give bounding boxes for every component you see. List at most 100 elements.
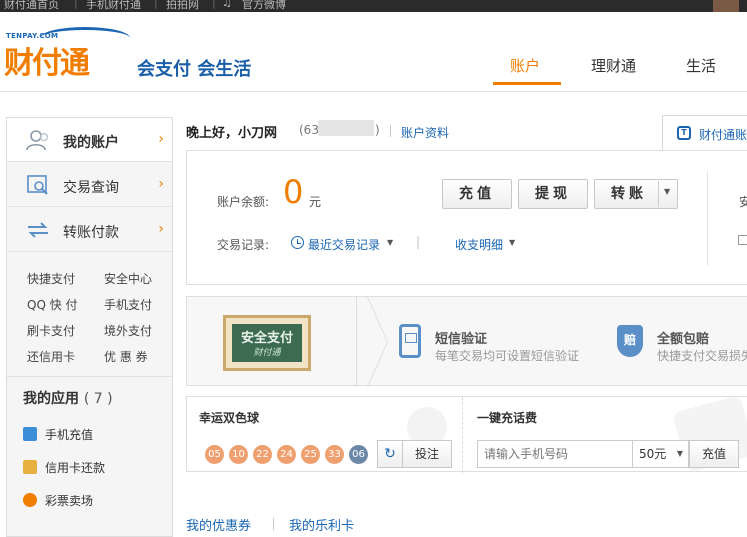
widget-panel: 幸运双色球 05 10 22 24 25 33 06 ↻ 投注 一键充话费 50… xyxy=(186,394,747,474)
sidebar-link-mobile-pay[interactable]: 手机支付 xyxy=(104,296,152,313)
chalkboard-title: 安全支付 xyxy=(240,331,293,346)
sidebar-item-label: 交易查询 xyxy=(63,180,119,196)
divider xyxy=(273,518,274,530)
lottery-icon xyxy=(23,493,37,507)
nav-licaitong[interactable]: 理财通 xyxy=(591,55,636,76)
my-coupons-link[interactable]: 我的优惠券 xyxy=(186,515,251,534)
balance-label: 账户余额: xyxy=(217,195,270,209)
sidebar-item-transaction-query[interactable]: 交易查询 › xyxy=(7,163,172,207)
sidebar-link-coupons[interactable]: 优 惠 券 xyxy=(104,348,148,365)
credit-card-icon xyxy=(23,460,37,474)
lottery-ball-blue: 06 xyxy=(349,445,368,464)
topbar-separator: | xyxy=(154,0,158,9)
lottery-ball-red: 22 xyxy=(253,445,272,464)
apps-title: 我的应用 ( 7 ) xyxy=(23,388,113,408)
divider xyxy=(658,181,659,207)
divider xyxy=(7,376,172,377)
sidebar-link-quick-pay[interactable]: 快捷支付 xyxy=(27,270,75,287)
phone-recharge-icon xyxy=(23,427,37,441)
topbar-link-mobile[interactable]: 手机财付通 xyxy=(86,0,141,12)
account-id-prefix: (63 xyxy=(299,123,319,137)
chevron-right-icon: › xyxy=(158,131,164,147)
transactions-label: 交易记录: xyxy=(217,238,270,252)
sidebar-item-label: 转账付款 xyxy=(63,225,119,241)
lottery-ball-red: 24 xyxy=(277,445,296,464)
apps-title-label: 我的应用 xyxy=(23,391,79,407)
phone-sms-icon xyxy=(399,324,421,358)
lottery-title: 幸运双色球 xyxy=(199,411,260,425)
chevron-separator xyxy=(337,297,357,387)
app-item-phone-recharge[interactable]: 手机充值 xyxy=(23,426,93,443)
top-bar: 财付通首页 | 手机财付通 | 拍拍网 | ♫ 官方微博 xyxy=(0,0,747,12)
divider xyxy=(707,171,708,266)
sidebar-item-label: 我的账户 xyxy=(63,135,119,151)
full-compensation-title: 全额包赔 xyxy=(657,332,710,347)
transfer-arrows-icon xyxy=(28,222,48,238)
apps-count: ( 7 ) xyxy=(83,391,113,407)
nav-account[interactable]: 账户 xyxy=(510,55,540,76)
shield-compensation-icon: 赔 xyxy=(617,325,643,357)
withdraw-button[interactable]: 提现 xyxy=(518,179,588,209)
bet-button[interactable]: 投注 xyxy=(402,440,452,468)
user-icon xyxy=(26,130,49,151)
sidebar-link-card-pay[interactable]: 刷卡支付 xyxy=(27,322,75,339)
chevron-down-icon[interactable]: ▼ xyxy=(509,238,515,247)
balance-value: 0 xyxy=(283,173,304,211)
clock-icon xyxy=(291,236,304,249)
recharge-button[interactable]: 充值 xyxy=(689,440,739,468)
app-item-label: 彩票卖场 xyxy=(45,494,94,508)
sidebar-item-transfer[interactable]: 转账付款 › xyxy=(7,208,172,252)
sidebar-link-overseas-pay[interactable]: 境外支付 xyxy=(104,322,152,339)
sidebar-link-qq-pay[interactable]: QQ 快 付 xyxy=(27,296,78,313)
account-id-suffix: ) xyxy=(375,123,380,137)
header xyxy=(0,12,747,92)
topbar-link-home[interactable]: 财付通首页 xyxy=(4,0,59,12)
account-id-masked xyxy=(318,120,374,136)
sidebar-link-credit-card[interactable]: 还信用卡 xyxy=(27,348,75,365)
amount-select[interactable]: 50元 ▼ xyxy=(633,440,689,468)
lottery-ball-red: 05 xyxy=(205,445,224,464)
app-item-label: 手机充值 xyxy=(45,428,94,442)
phone-number-input[interactable] xyxy=(477,440,633,468)
chalkboard-subtitle: 财付通 xyxy=(253,348,281,358)
chevron-down-icon[interactable]: ▼ xyxy=(387,238,393,247)
nav-life[interactable]: 生活 xyxy=(686,55,716,76)
logo[interactable]: 财付通 xyxy=(4,38,90,82)
income-expense-link[interactable]: 收支明细 xyxy=(455,236,503,253)
topbar-link-weibo[interactable]: 官方微博 xyxy=(242,0,286,12)
refresh-icon[interactable]: ↻ xyxy=(377,440,403,468)
sidebar-item-my-account[interactable]: 我的账户 › xyxy=(7,118,172,162)
sidebar: 我的账户 › 交易查询 › 转账付款 › 快捷支付 安全中心 QQ 快 付 手机… xyxy=(6,117,173,537)
recent-transactions-link[interactable]: 最近交易记录 xyxy=(308,236,380,253)
sms-verify-title: 短信验证 xyxy=(435,332,488,347)
lottery-ball-red: 25 xyxy=(301,445,320,464)
app-item-label: 信用卡还款 xyxy=(45,461,106,475)
divider xyxy=(390,125,391,137)
account-info-link[interactable]: 账户资料 xyxy=(401,124,449,141)
weibo-icon: ♫ xyxy=(222,0,232,9)
topbar-separator: | xyxy=(74,0,78,9)
lottery-ball-red: 10 xyxy=(229,445,248,464)
cut-off-text: 安 xyxy=(739,195,747,209)
chevron-right-icon: › xyxy=(158,176,164,192)
app-item-credit-card[interactable]: 信用卡还款 xyxy=(23,459,105,476)
sidebar-link-security[interactable]: 安全中心 xyxy=(104,270,152,287)
recharge-title: 一键充话费 xyxy=(477,411,538,425)
tenpay-account-tab[interactable]: T 财付通账 xyxy=(662,115,747,151)
tenpay-icon: T xyxy=(677,126,691,140)
chalkboard-image: 安全支付 财付通 xyxy=(223,315,311,371)
charge-button[interactable]: 充值 xyxy=(442,179,512,209)
balance-unit: 元 xyxy=(309,195,322,209)
my-lucky-card-link[interactable]: 我的乐利卡 xyxy=(289,515,354,534)
chevron-right-icon: › xyxy=(158,221,164,237)
avatar[interactable] xyxy=(713,0,739,12)
full-compensation-desc: 快捷支付交易损失 xyxy=(657,349,747,363)
topbar-link-paipai[interactable]: 拍拍网 xyxy=(166,0,199,12)
search-doc-icon xyxy=(27,175,48,195)
balance-panel: 账户余额: 0 元 充值 提现 转账 ▼ 安 交易记录: 最近交易记录 ▼ | … xyxy=(186,150,747,285)
security-banner[interactable]: 安全支付 财付通 短信验证 每笔交易均可设置短信验证 赔 全额包赔 快捷支付交易… xyxy=(186,296,747,387)
chevron-down-icon: ▼ xyxy=(676,449,683,458)
lottery-ball-red: 33 xyxy=(325,445,344,464)
app-item-lottery[interactable]: 彩票卖场 xyxy=(23,492,93,509)
chevron-down-icon[interactable]: ▼ xyxy=(664,187,670,196)
